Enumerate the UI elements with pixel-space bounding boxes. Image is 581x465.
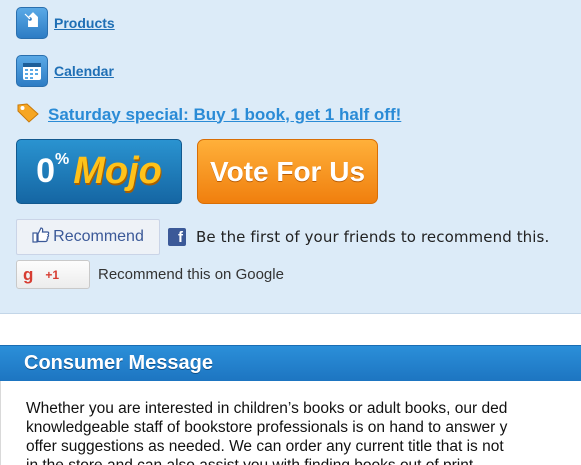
plus-one-label: +1 bbox=[45, 267, 60, 282]
saturday-special[interactable]: Saturday special: Buy 1 book, get 1 half… bbox=[16, 101, 401, 128]
vote-for-us-button[interactable]: Vote For Us bbox=[197, 139, 378, 204]
facebook-recommend-text: Be the first of your friends to recommen… bbox=[196, 228, 550, 246]
google-g-icon: g bbox=[23, 264, 34, 284]
mojo-percent: % bbox=[55, 150, 70, 168]
mojo-zero: 0 bbox=[36, 152, 56, 190]
google-recommend-text: Recommend this on Google bbox=[98, 266, 284, 283]
mojo-logo-text: Mojo bbox=[73, 150, 162, 192]
consumer-text-line: offer suggestions as needed. We can orde… bbox=[26, 438, 504, 455]
consumer-text-line: Whether you are interested in children’s… bbox=[26, 400, 508, 417]
nav-item-products[interactable]: Products bbox=[16, 7, 115, 39]
consumer-message-title: Consumer Message bbox=[24, 352, 213, 374]
orange-tag-icon bbox=[16, 101, 40, 128]
consumer-message-header: Consumer Message bbox=[0, 345, 581, 381]
thumbs-up-icon bbox=[32, 226, 50, 248]
google-plus-one-button[interactable]: g +1 bbox=[16, 260, 90, 289]
links-panel: Products Calendar Saturday special: Buy … bbox=[0, 0, 581, 314]
products-link[interactable]: Products bbox=[54, 15, 115, 31]
facebook-recommend-button[interactable]: Recommend bbox=[16, 219, 160, 255]
special-link[interactable]: Saturday special: Buy 1 book, get 1 half… bbox=[48, 105, 401, 125]
recommend-label: Recommend bbox=[53, 228, 144, 245]
facebook-icon: f bbox=[168, 228, 186, 246]
calendar-link[interactable]: Calendar bbox=[54, 63, 114, 79]
consumer-text-line: in the store and can also assist you wit… bbox=[26, 457, 477, 465]
price-tag-icon bbox=[16, 7, 48, 39]
consumer-message-body: Whether you are interested in children’s… bbox=[0, 381, 581, 465]
mojo-button[interactable]: 0 % Mojo bbox=[16, 139, 182, 204]
consumer-text-line: knowledgeable staff of bookstore profess… bbox=[26, 419, 508, 436]
calendar-icon bbox=[16, 55, 48, 87]
nav-item-calendar[interactable]: Calendar bbox=[16, 55, 114, 87]
